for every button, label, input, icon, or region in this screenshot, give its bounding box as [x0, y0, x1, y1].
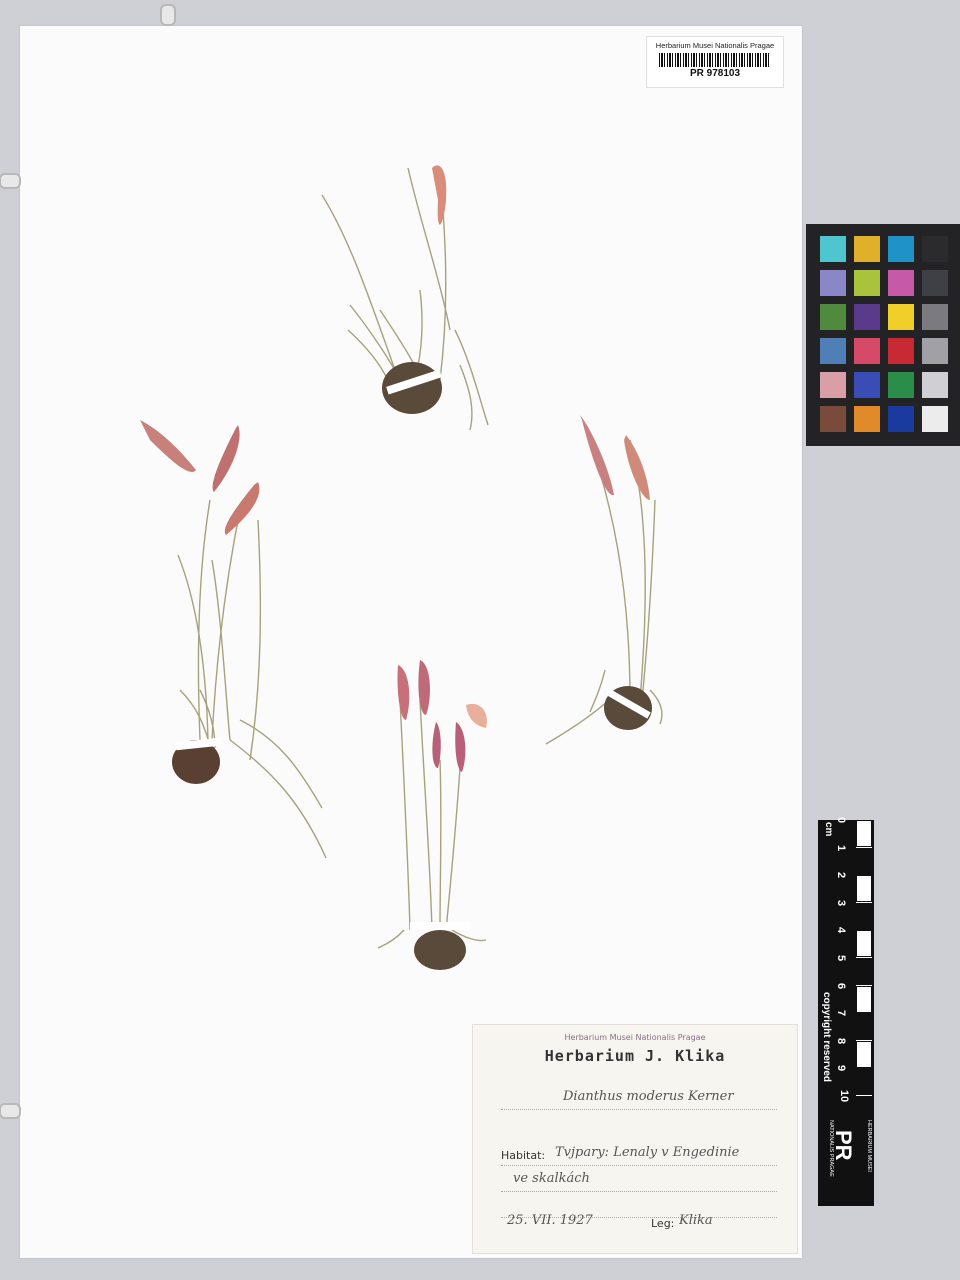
color-swatch: [854, 372, 880, 398]
color-calibration-chart: [806, 224, 960, 446]
plant-specimen-left: [177, 499, 327, 859]
ruler-segment: [856, 1068, 872, 1096]
ruler-mark: 8: [835, 1037, 848, 1044]
barcode-label: Herbarium Musei Nationalis Pragae PR 978…: [646, 36, 784, 88]
ruler-segment: [856, 820, 872, 847]
ruler-mark: 5: [835, 954, 848, 962]
ruler-mark: 6: [835, 982, 848, 989]
ruler-mark: 7: [835, 1010, 848, 1017]
collector-name: Klika: [679, 1213, 713, 1228]
habitat-label: Habitat:: [501, 1149, 546, 1162]
color-swatch: [820, 270, 846, 296]
root-clump: [414, 930, 466, 970]
copyright-text: copyright reserved: [821, 992, 832, 1083]
ruler-mark: 0: [835, 816, 848, 824]
nationalis-line: NATIONALIS PRAGAE: [828, 1120, 834, 1177]
cm-ruler: [856, 820, 872, 1096]
ruler-mark: 4: [835, 927, 848, 934]
leg-label: Leg:: [651, 1217, 675, 1230]
herbarium-line: HERBARIUM MUSEI: [866, 1120, 872, 1172]
herbarium-stamp: Herbarium Musei Nationalis Pragae: [564, 1033, 706, 1042]
color-swatch: [820, 372, 846, 398]
ruler-segment: [856, 847, 872, 875]
institution-name: Herbarium Musei Nationalis Pragae: [655, 41, 775, 50]
color-swatch: [888, 270, 914, 296]
ruler-mark: 2: [835, 872, 848, 879]
taxon-name: Dianthus moderus Kerner: [563, 1089, 734, 1104]
color-swatch: [854, 338, 880, 364]
color-swatch: [922, 406, 948, 432]
flower: [397, 665, 410, 720]
ruler-mark: 3: [835, 899, 848, 906]
herbarium-title: Herbarium J. Klika: [544, 1047, 726, 1065]
color-swatch: [820, 304, 846, 330]
color-swatch: [888, 406, 914, 432]
ruler-mark: 9: [835, 1065, 848, 1072]
color-swatch: [888, 236, 914, 262]
color-swatch: [922, 372, 948, 398]
barcode: [659, 53, 771, 67]
specimen-label: Herbarium Musei Nationalis Pragae Herbar…: [472, 1024, 798, 1254]
color-swatch: [854, 270, 880, 296]
color-swatch: [854, 406, 880, 432]
plant-specimen-bottom: [377, 699, 487, 949]
scale-unit: cm: [823, 822, 834, 837]
flower: [212, 425, 240, 492]
flower-bud: [432, 165, 447, 225]
habitat-line-1: Tvjpary: Lenaly v Engedinie: [555, 1145, 740, 1160]
collection-date: 25. VII. 1927: [507, 1213, 593, 1228]
ruler-segment: [856, 985, 872, 1013]
color-swatch: [854, 236, 880, 262]
ruled-line: [501, 1191, 777, 1192]
flower: [140, 420, 196, 472]
ruled-line: [501, 1165, 777, 1166]
flower: [224, 482, 260, 535]
color-swatch: [820, 406, 846, 432]
color-swatch: [820, 338, 846, 364]
color-swatch: [888, 372, 914, 398]
ruler-mark: 10: [838, 1089, 851, 1103]
color-swatch: [922, 270, 948, 296]
specimen-number: PR 978103: [689, 68, 741, 79]
color-swatch: [888, 304, 914, 330]
color-swatch: [820, 236, 846, 262]
color-swatch: [922, 236, 948, 262]
ruler-mark: 1: [835, 844, 848, 851]
color-swatch: [922, 304, 948, 330]
flower: [455, 722, 466, 772]
ruler-segment: [856, 875, 872, 903]
ruled-line: [501, 1109, 777, 1110]
ruler-segment: [856, 1013, 872, 1041]
flower: [624, 435, 650, 500]
ruler-segment: [856, 1040, 872, 1068]
ruler-segment: [856, 958, 872, 985]
habitat-line-2: ve skalkách: [513, 1171, 590, 1186]
ruler-segment: [856, 930, 872, 958]
color-swatch: [854, 304, 880, 330]
flower: [432, 722, 441, 768]
flower: [580, 415, 614, 496]
scale-bar: cm 0 1 2 3 4 5 6 7 8 9 10 copyright reserved HERBA…: [818, 816, 874, 1206]
ruler-segment: [856, 902, 872, 930]
color-swatch: [922, 338, 948, 364]
flower: [466, 703, 487, 728]
color-swatch: [888, 338, 914, 364]
